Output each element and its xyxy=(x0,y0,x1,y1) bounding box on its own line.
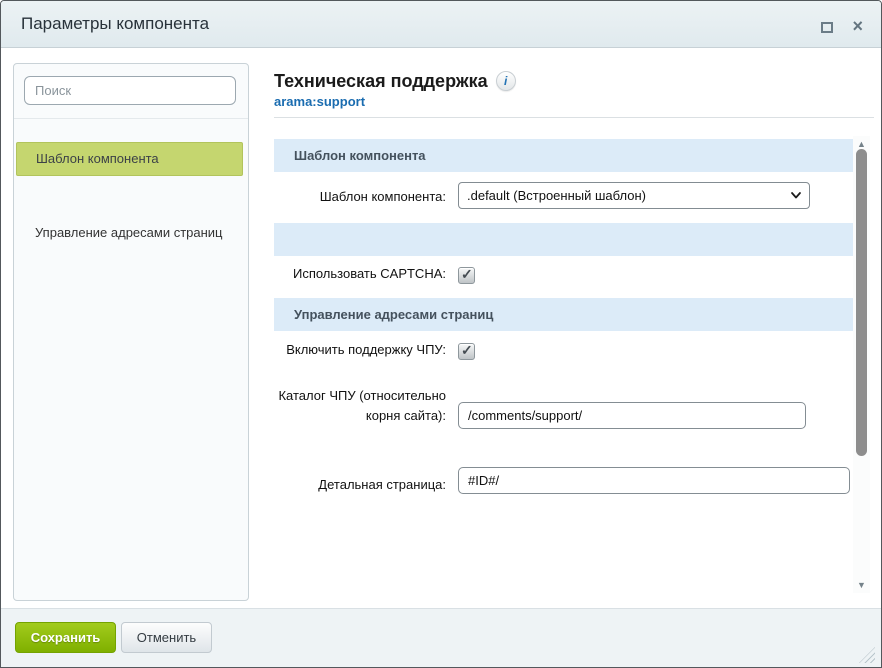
captcha-checkbox[interactable] xyxy=(458,267,475,284)
sidebar: Шаблон компонента Управление адресами ст… xyxy=(13,63,249,601)
sef-folder-label: Каталог ЧПУ (относительно корня сайта): xyxy=(274,386,446,426)
footer-bar: Сохранить Отменить xyxy=(1,608,881,667)
page-title-text: Техническая поддержка xyxy=(274,71,488,91)
maximize-icon[interactable] xyxy=(821,22,833,33)
scrollbar-thumb[interactable] xyxy=(856,149,867,456)
scroll-down-icon[interactable]: ▼ xyxy=(853,580,870,590)
template-select[interactable]: .default (Встроенный шаблон) xyxy=(458,182,810,209)
sef-folder-input[interactable] xyxy=(458,402,806,429)
section-bar-template: Шаблон компонента xyxy=(274,139,853,172)
detail-page-label: Детальная страница: xyxy=(274,475,446,495)
save-button[interactable]: Сохранить xyxy=(15,622,116,653)
dialog-title: Параметры компонента xyxy=(21,14,209,34)
close-icon[interactable]: × xyxy=(852,19,863,33)
captcha-label: Использовать CAPTCHA: xyxy=(274,264,446,284)
title-bar: Параметры компонента × xyxy=(1,1,881,48)
cancel-button[interactable]: Отменить xyxy=(121,622,212,653)
template-select-label: Шаблон компонента: xyxy=(274,187,446,207)
section-bar-url-management: Управление адресами страниц xyxy=(274,298,853,331)
sef-checkbox[interactable] xyxy=(458,343,475,360)
resize-grip[interactable] xyxy=(859,647,875,663)
sef-label: Включить поддержку ЧПУ: xyxy=(274,340,446,360)
component-name-link[interactable]: arama:support xyxy=(274,94,365,109)
template-select-wrap: .default (Встроенный шаблон) xyxy=(458,182,810,209)
detail-page-input[interactable] xyxy=(458,467,850,494)
page-title: Техническая поддержка i xyxy=(274,71,516,92)
scroll-up-icon[interactable]: ▲ xyxy=(853,139,870,149)
info-icon[interactable]: i xyxy=(496,71,516,91)
sidebar-item-url-management[interactable]: Управление адресами страниц xyxy=(35,224,223,242)
heading-divider xyxy=(274,117,874,118)
sidebar-item-template[interactable]: Шаблон компонента xyxy=(16,142,243,176)
component-parameters-dialog: Параметры компонента × Шаблон компонента… xyxy=(0,0,882,668)
section-bar-empty xyxy=(274,223,853,256)
search-input[interactable] xyxy=(24,76,236,105)
sidebar-divider xyxy=(14,118,248,119)
content-scrollbar[interactable]: ▲ ▼ xyxy=(853,136,870,593)
